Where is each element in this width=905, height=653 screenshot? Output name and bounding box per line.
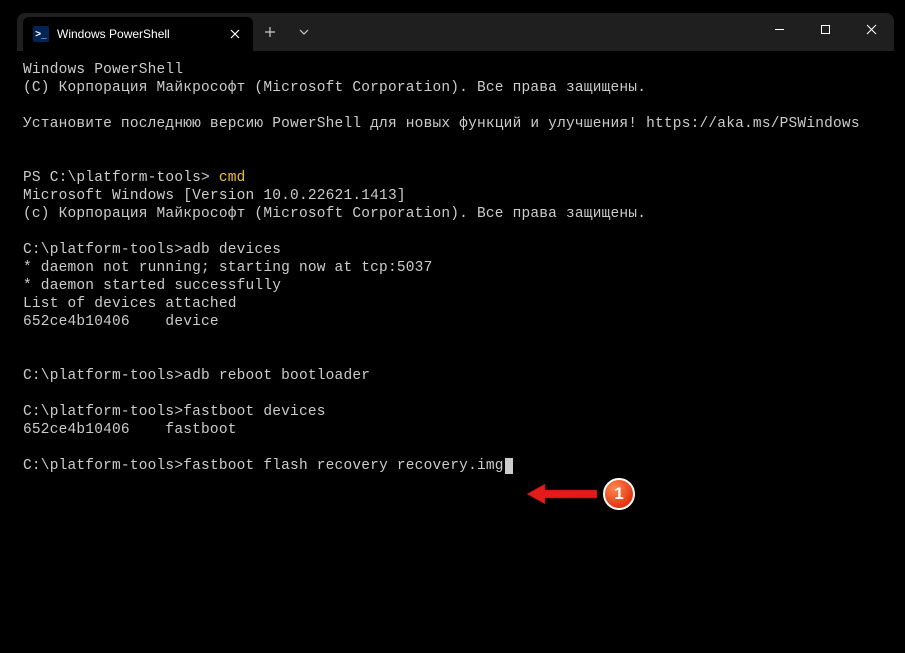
terminal-line (23, 439, 888, 457)
prompt-text: C:\platform-tools> (23, 458, 183, 474)
terminal-line: C:\platform-tools>adb devices (23, 241, 888, 259)
terminal-line: Microsoft Windows [Version 10.0.22621.14… (23, 187, 888, 205)
chevron-down-icon (299, 29, 309, 35)
close-window-button[interactable] (848, 13, 894, 45)
terminal-line (23, 385, 888, 403)
command-text: cmd (219, 170, 246, 186)
terminal-line: C:\platform-tools>fastboot devices (23, 403, 888, 421)
terminal-line (23, 151, 888, 169)
new-tab-button[interactable] (253, 15, 287, 49)
terminal-line (23, 331, 888, 349)
terminal-line: (C) Корпорация Майкрософт (Microsoft Cor… (23, 79, 888, 97)
terminal-line (23, 133, 888, 151)
terminal-line: 652ce4b10406 device (23, 313, 888, 331)
terminal-line: 652ce4b10406 fastboot (23, 421, 888, 439)
terminal-line: C:\platform-tools>adb reboot bootloader (23, 367, 888, 385)
titlebar: >_ Windows PowerShell (17, 13, 894, 51)
maximize-button[interactable] (802, 13, 848, 45)
command-text: adb devices (183, 242, 281, 258)
terminal-line: * daemon started successfully (23, 277, 888, 295)
terminal-line: Windows PowerShell (23, 61, 888, 79)
terminal-content[interactable]: Windows PowerShell(C) Корпорация Майкрос… (17, 51, 894, 643)
terminal-line: PS C:\platform-tools> cmd (23, 169, 888, 187)
terminal-line (23, 223, 888, 241)
prompt-text: C:\platform-tools> (23, 242, 183, 258)
outer-border: >_ Windows PowerShell (0, 0, 905, 653)
window-controls (756, 13, 894, 51)
terminal-line: * daemon not running; starting now at tc… (23, 259, 888, 277)
close-icon (866, 24, 877, 35)
cursor (505, 458, 513, 474)
command-text: adb reboot bootloader (183, 368, 370, 384)
terminal-line: Установите последнюю версию PowerShell д… (23, 115, 888, 133)
maximize-icon (820, 24, 831, 35)
terminal-line (23, 349, 888, 367)
command-text: fastboot devices (183, 404, 325, 420)
tab-dropdown-button[interactable] (287, 15, 321, 49)
powershell-icon: >_ (33, 26, 49, 42)
tab-powershell[interactable]: >_ Windows PowerShell (23, 17, 253, 51)
terminal-window: >_ Windows PowerShell (17, 13, 894, 643)
terminal-line: (c) Корпорация Майкрософт (Microsoft Cor… (23, 205, 888, 223)
plus-icon (265, 27, 275, 37)
terminal-line: List of devices attached (23, 295, 888, 313)
command-text: fastboot flash recovery recovery.img (183, 458, 503, 474)
prompt-text: PS C:\platform-tools> (23, 170, 219, 186)
prompt-text: C:\platform-tools> (23, 404, 183, 420)
terminal-line (23, 97, 888, 115)
tab-actions (253, 13, 321, 51)
minimize-icon (774, 24, 785, 35)
terminal-line: C:\platform-tools>fastboot flash recover… (23, 457, 888, 475)
close-icon (230, 29, 240, 39)
minimize-button[interactable] (756, 13, 802, 45)
tab-title: Windows PowerShell (57, 27, 219, 41)
prompt-text: C:\platform-tools> (23, 368, 183, 384)
tab-close-button[interactable] (227, 26, 243, 42)
